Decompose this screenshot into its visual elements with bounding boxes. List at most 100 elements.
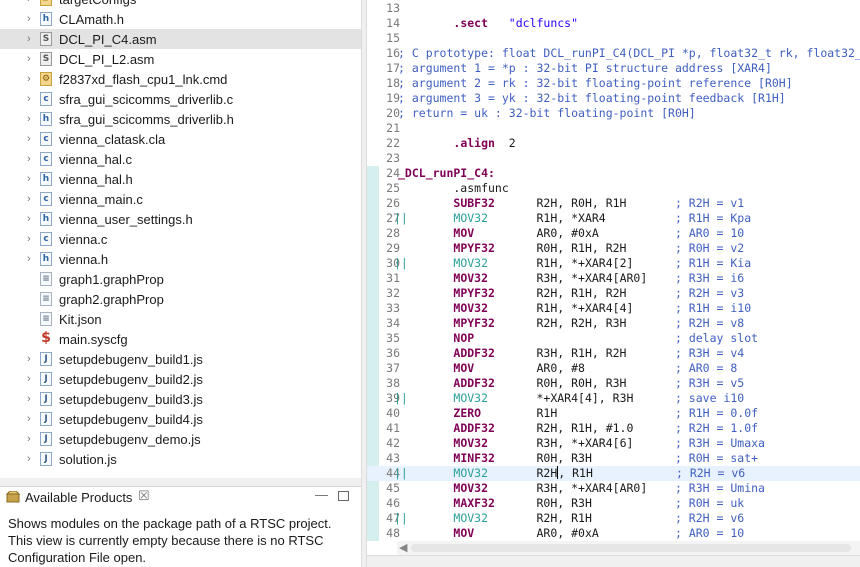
- code-line[interactable]: ; return = uk : 32-bit floating-point [R…: [398, 106, 696, 121]
- expand-chevron-icon[interactable]: ›: [27, 454, 35, 465]
- tree-item[interactable]: › c vienna_main.c: [0, 189, 361, 209]
- expand-chevron-icon[interactable]: ›: [27, 374, 35, 385]
- tree-item[interactable]: › S DCL_PI_C4.asm: [0, 29, 361, 49]
- maximize-panel-icon[interactable]: [338, 491, 349, 501]
- tree-item[interactable]: › Jsolution.js: [0, 449, 361, 469]
- change-marker: [367, 481, 379, 496]
- code-line[interactable]: NOP ; delay slot: [398, 331, 758, 346]
- tree-item[interactable]: › Jsetupdebugenv_build4.js: [0, 409, 361, 429]
- tree-item[interactable]: ≡ Kit.json: [0, 309, 361, 329]
- tree-item[interactable]: › Jsetupdebugenv_demo.js: [0, 429, 361, 449]
- code-line[interactable]: MOV32 R3H, *+XAR4[6] ; R3H = Umaxa: [398, 436, 765, 451]
- code-line[interactable]: MINF32 R0H, R3H ; R0H = sat+: [398, 451, 758, 466]
- code-line[interactable]: ADDF32 R3H, R1H, R2H ; R3H = v4: [398, 346, 744, 361]
- code-line[interactable]: MOV32 R1H, *+XAR4[4] ; R1H = i10: [398, 301, 751, 316]
- code-line[interactable]: ; argument 2 = rk : 32-bit floating-poin…: [398, 76, 793, 91]
- code-line[interactable]: MOV32 R2H, R1H ; R2H = v6: [398, 466, 745, 481]
- code-token: R2H, R1H, R2H: [494, 286, 675, 300]
- expand-chevron-icon[interactable]: ›: [27, 434, 35, 445]
- code-line[interactable]: MOV32 *+XAR4[4], R3H ; save i10: [398, 391, 744, 406]
- expand-chevron-icon[interactable]: ›: [27, 234, 35, 245]
- panel-splitter[interactable]: [0, 478, 361, 486]
- code-line[interactable]: ; argument 3 = yk : 32-bit floating-poin…: [398, 91, 786, 106]
- code-editor[interactable]: 13 14 .sect "dclfuncs" 15 16; C prototype: …: [367, 0, 860, 567]
- tree-item[interactable]: › h vienna_user_settings.h: [0, 209, 361, 229]
- minimize-panel-icon[interactable]: —: [315, 487, 328, 502]
- expand-chevron-icon[interactable]: ›: [27, 194, 35, 205]
- expand-chevron-icon[interactable]: ›: [27, 94, 35, 105]
- tree-item[interactable]: › Jsetupdebugenv_build3.js: [0, 389, 361, 409]
- horizontal-scrollbar[interactable]: ◀: [397, 541, 860, 555]
- tree-item[interactable]: › h vienna.h: [0, 249, 361, 269]
- tree-item[interactable]: › c vienna.c: [0, 229, 361, 249]
- scrollbar-thumb[interactable]: [411, 544, 851, 552]
- tree-item[interactable]: › Jsetupdebugenv_build1.js: [0, 349, 361, 369]
- tree-item[interactable]: ≡ graph1.graphProp: [0, 269, 361, 289]
- tree-item[interactable]: $ main.syscfg: [0, 329, 361, 349]
- code-line[interactable]: MAXF32 R0H, R3H ; R0H = uk: [398, 496, 744, 511]
- code-line[interactable]: ZERO R1H ; R1H = 0.0f: [398, 406, 758, 421]
- tree-item[interactable]: › ⚙ f2837xd_flash_cpu1_lnk.cmd: [0, 69, 361, 89]
- tree-item[interactable]: › S DCL_PI_L2.asm: [0, 49, 361, 69]
- code-token: MPYF32: [453, 316, 495, 330]
- expand-chevron-icon[interactable]: ›: [27, 14, 35, 25]
- expand-chevron-icon[interactable]: ›: [27, 0, 35, 5]
- expand-chevron-icon[interactable]: ›: [27, 34, 35, 45]
- tree-item[interactable]: › h vienna_hal.h: [0, 169, 361, 189]
- change-marker: [367, 436, 379, 451]
- code-line[interactable]: ADDF32 R2H, R1H, #1.0 ; R2H = 1.0f: [398, 421, 758, 436]
- line-number: 14: [386, 16, 400, 30]
- code-line[interactable]: .asmfunc: [398, 181, 508, 196]
- code-token: R2H, R0H, R1H: [494, 196, 675, 210]
- tree-item-label: vienna_hal.c: [59, 151, 132, 167]
- code-line[interactable]: MOV32 R1H, *XAR4 ; R1H = Kpa: [398, 211, 751, 226]
- close-tab-icon[interactable]: ☒: [138, 488, 150, 504]
- expand-chevron-icon[interactable]: ›: [27, 254, 35, 265]
- code-line[interactable]: .sect "dclfuncs": [398, 16, 578, 31]
- code-token: ; save i10: [674, 391, 745, 405]
- code-token: ; R3H = Umaxa: [674, 436, 765, 450]
- code-line[interactable]: _DCL_runPI_C4:: [398, 166, 495, 181]
- code-line[interactable]: ADDF32 R0H, R0H, R3H ; R3H = v5: [398, 376, 744, 391]
- code-line[interactable]: MOV AR0, #0xA ; AR0 = 10: [398, 226, 744, 241]
- code-token: MOV: [453, 526, 475, 540]
- code-token: ; AR0 = 10: [674, 226, 745, 240]
- tree-item[interactable]: › h CLAmath.h: [0, 9, 361, 29]
- tree-item[interactable]: › Jsetupdebugenv_build2.js: [0, 369, 361, 389]
- code-line[interactable]: MOV AR0, #0xA ; AR0 = 10: [398, 526, 744, 541]
- code-line[interactable]: MPYF32 R0H, R1H, R2H ; R0H = v2: [398, 241, 744, 256]
- expand-chevron-icon[interactable]: ›: [27, 214, 35, 225]
- code-line[interactable]: ; C prototype: float DCL_runPI_C4(DCL_PI…: [398, 46, 860, 61]
- tree-item[interactable]: › ▰ targetConfigs: [0, 0, 361, 9]
- scroll-left-icon[interactable]: ◀: [399, 541, 407, 554]
- code-line[interactable]: MPYF32 R2H, R1H, R2H ; R2H = v3: [398, 286, 744, 301]
- code-line[interactable]: MOV AR0, #8 ; AR0 = 8: [398, 361, 737, 376]
- expand-chevron-icon[interactable]: ›: [27, 154, 35, 165]
- code-line[interactable]: MOV32 R3H, *+XAR4[AR0] ; R3H = i6: [398, 271, 744, 286]
- tree-item[interactable]: ≡ graph2.graphProp: [0, 289, 361, 309]
- expand-chevron-icon[interactable]: ›: [27, 354, 35, 365]
- tree-item-label: setupdebugenv_demo.js: [59, 431, 201, 447]
- expand-chevron-icon[interactable]: ›: [27, 114, 35, 125]
- tree-item-label: DCL_PI_C4.asm: [59, 31, 157, 47]
- expand-chevron-icon[interactable]: ›: [27, 134, 35, 145]
- code-line[interactable]: MOV32 R3H, *+XAR4[AR0] ; R3H = Umina: [398, 481, 765, 496]
- expand-chevron-icon[interactable]: ›: [27, 74, 35, 85]
- line-number: 37: [386, 361, 400, 375]
- expand-chevron-icon[interactable]: ›: [27, 394, 35, 405]
- expand-chevron-icon[interactable]: ›: [27, 54, 35, 65]
- code-line[interactable]: MOV32 R1H, *+XAR4[2] ; R1H = Kia: [398, 256, 751, 271]
- code-line[interactable]: .align 2: [398, 136, 515, 151]
- code-line[interactable]: MPYF32 R2H, R2H, R3H ; R2H = v8: [398, 316, 744, 331]
- tree-item[interactable]: › c sfra_gui_scicomms_driverlib.c: [0, 89, 361, 109]
- tree-item[interactable]: › c vienna_hal.c: [0, 149, 361, 169]
- code-line[interactable]: SUBF32 R2H, R0H, R1H ; R2H = v1: [398, 196, 744, 211]
- code-line[interactable]: ; argument 1 = *p : 32-bit PI structure …: [398, 61, 772, 76]
- tree-item[interactable]: › h sfra_gui_scicomms_driverlib.h: [0, 109, 361, 129]
- expand-chevron-icon[interactable]: ›: [27, 174, 35, 185]
- code-line[interactable]: MOV32 R2H, R1H ; R2H = v6: [398, 511, 744, 526]
- expand-chevron-icon[interactable]: ›: [27, 414, 35, 425]
- tree-item[interactable]: › c vienna_clatask.cla: [0, 129, 361, 149]
- code-token: ; R3H = Umina: [674, 481, 765, 495]
